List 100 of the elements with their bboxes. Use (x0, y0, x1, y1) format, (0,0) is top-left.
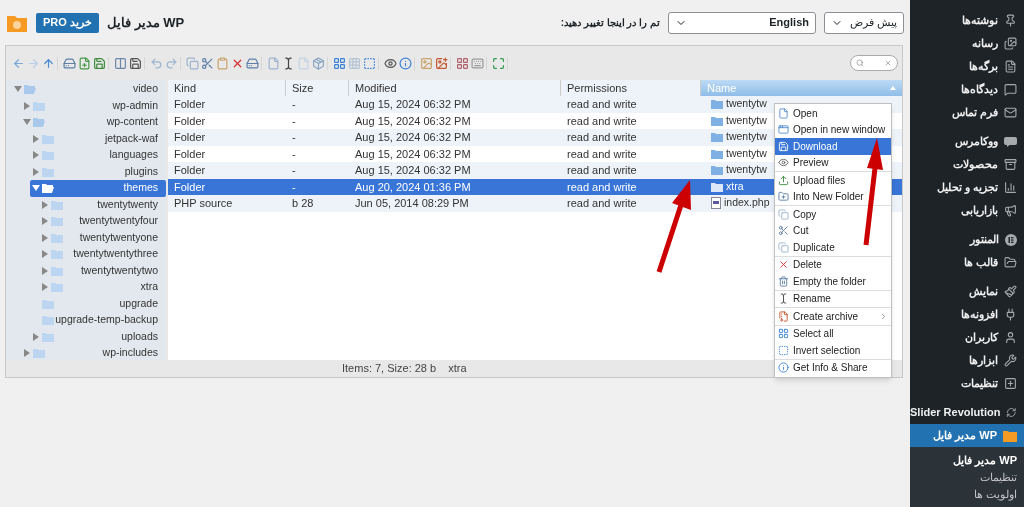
sidebar-item[interactable]: نمایش (910, 280, 1024, 303)
buy-pro-button[interactable]: خرید PRO (36, 12, 99, 33)
tree-item[interactable]: jetpack-waf (30, 130, 166, 147)
back-icon[interactable] (12, 56, 25, 70)
table-cell: Aug 15, 2024 06:32 PM (355, 147, 471, 160)
save-icon[interactable] (93, 56, 106, 70)
menu-item[interactable]: Download (775, 138, 891, 155)
wrench-icon (1004, 354, 1017, 367)
collapsed-arrow-icon[interactable] (32, 151, 40, 160)
sidebar-item[interactable]: برگه‌ها (910, 55, 1024, 78)
package-icon[interactable] (312, 56, 325, 70)
table-cell: Aug 15, 2024 06:32 PM (355, 98, 471, 110)
collapsed-arrow-icon[interactable] (23, 101, 31, 110)
sidebar-item[interactable]: Slider Revolution (910, 401, 1024, 424)
tree-item[interactable]: upgrade-temp-backup (30, 312, 166, 329)
table-cell: Folder (174, 164, 206, 176)
theme-select[interactable]: پیش فرض (824, 11, 904, 34)
table-cell: Folder (174, 147, 206, 160)
tree-item[interactable]: twentytwenty (39, 196, 166, 213)
info-icon[interactable] (399, 56, 412, 70)
collapsed-arrow-icon[interactable] (41, 233, 49, 242)
collapsed-arrow-icon[interactable] (32, 134, 40, 143)
drive-icon[interactable] (63, 56, 76, 70)
sidebar-item[interactable]: المنتور (910, 228, 1024, 251)
cut-icon[interactable] (201, 56, 214, 70)
menu-item[interactable]: Cut (775, 222, 891, 239)
collapsed-arrow-icon[interactable] (41, 266, 49, 275)
tree-item[interactable]: wp-content (21, 114, 166, 131)
select-all-icon[interactable] (333, 56, 346, 70)
columns-icon[interactable] (114, 56, 127, 70)
tree-item[interactable]: xtra (39, 279, 166, 296)
invert-icon[interactable] (363, 56, 376, 70)
expanded-arrow-icon[interactable] (23, 118, 31, 127)
sidebar-item[interactable]: کاربران (910, 326, 1024, 349)
text-cursor-icon (778, 293, 789, 305)
icons-view-icon[interactable] (456, 56, 469, 70)
collapsed-arrow-icon[interactable] (41, 283, 49, 292)
menu-item[interactable]: Rename (775, 290, 891, 307)
preview-icon[interactable] (384, 56, 397, 70)
sidebar-item[interactable]: قالب ها (910, 251, 1024, 274)
tree-item[interactable]: wp-includes (21, 345, 166, 362)
sidebar-item[interactable]: WP مدیر فایل (910, 424, 1024, 447)
collapsed-arrow-icon[interactable] (23, 349, 31, 358)
clear-icon[interactable] (884, 59, 892, 67)
search-field[interactable] (850, 55, 898, 71)
submenu-item[interactable]: تنظیمات (910, 469, 1024, 486)
menu-item[interactable]: Delete (775, 256, 891, 273)
tree-item[interactable]: upgrade (30, 295, 166, 312)
menu-item[interactable]: Create archive (775, 308, 891, 325)
table-cell: b 28 (292, 197, 314, 209)
up-icon[interactable] (42, 56, 55, 70)
sidebar-item[interactable]: تنظیمات (910, 372, 1024, 395)
redo-icon[interactable] (165, 56, 178, 70)
menu-item[interactable]: Invert selection (775, 342, 891, 359)
sidebar-item[interactable]: تجزیه و تحلیل (910, 176, 1024, 199)
list-view-icon[interactable] (471, 56, 484, 70)
table-cell: Aug 15, 2024 06:32 PM (355, 131, 471, 143)
copy-icon[interactable] (186, 56, 199, 70)
sidebar-item[interactable]: رسانه (910, 32, 1024, 55)
sidebar-item[interactable]: بازاریابی (910, 199, 1024, 222)
tree-item[interactable]: uploads (30, 328, 166, 345)
menu-item[interactable]: Duplicate (775, 239, 891, 256)
sidebar-item[interactable]: ابزارها (910, 349, 1024, 372)
tree-item[interactable]: wp-admin (21, 97, 166, 114)
menu-item[interactable]: Empty the folder (775, 273, 891, 290)
collapsed-arrow-icon[interactable] (41, 200, 49, 209)
menu-item[interactable]: Select all (775, 325, 891, 342)
collapsed-arrow-icon[interactable] (41, 217, 49, 226)
tree-item[interactable]: plugins (30, 163, 166, 180)
sidebar-item[interactable]: افزونه‌ها (910, 303, 1024, 326)
tree-item[interactable]: twentytwentythree (39, 246, 166, 263)
new-file-icon[interactable] (78, 56, 91, 70)
tree-item[interactable]: twentytwentyfour (39, 213, 166, 230)
submenu-item[interactable]: WP مدیر فایل (910, 452, 1024, 469)
sidebar-item[interactable]: محصولات (910, 153, 1024, 176)
sidebar-item[interactable]: دیدگاه‌ها (910, 78, 1024, 101)
tree-item[interactable]: themes (30, 180, 166, 197)
tree-item[interactable]: languages (30, 147, 166, 164)
expanded-arrow-icon[interactable] (14, 85, 22, 94)
sidebar-item[interactable]: فرم تماس (910, 101, 1024, 124)
undo-icon[interactable] (150, 56, 163, 70)
collapsed-arrow-icon[interactable] (32, 167, 40, 176)
tree-item[interactable]: twentytwentyone (39, 229, 166, 246)
expanded-arrow-icon[interactable] (32, 184, 40, 193)
collapsed-arrow-icon[interactable] (32, 332, 40, 341)
rename-icon[interactable] (282, 56, 295, 70)
image-icon[interactable] (420, 56, 433, 70)
menu-item[interactable]: Get Info & Share (775, 359, 891, 376)
sidebar-item[interactable]: ووکامرس (910, 130, 1024, 153)
collapsed-arrow-icon[interactable] (41, 250, 49, 259)
tree-item[interactable]: twentytwentytwo (39, 262, 166, 279)
language-select[interactable]: English (668, 11, 816, 34)
empty-icon[interactable] (246, 56, 259, 70)
fullscreen-icon[interactable] (492, 56, 505, 70)
sidebar-item[interactable]: نوشته‌ها (910, 9, 1024, 32)
tree-item[interactable]: video (12, 81, 166, 98)
submenu-item[interactable]: اولویت ها (910, 486, 1024, 503)
paste-icon[interactable] (216, 56, 229, 70)
grid-icon[interactable] (348, 56, 361, 70)
image-plus-icon[interactable] (435, 56, 448, 70)
